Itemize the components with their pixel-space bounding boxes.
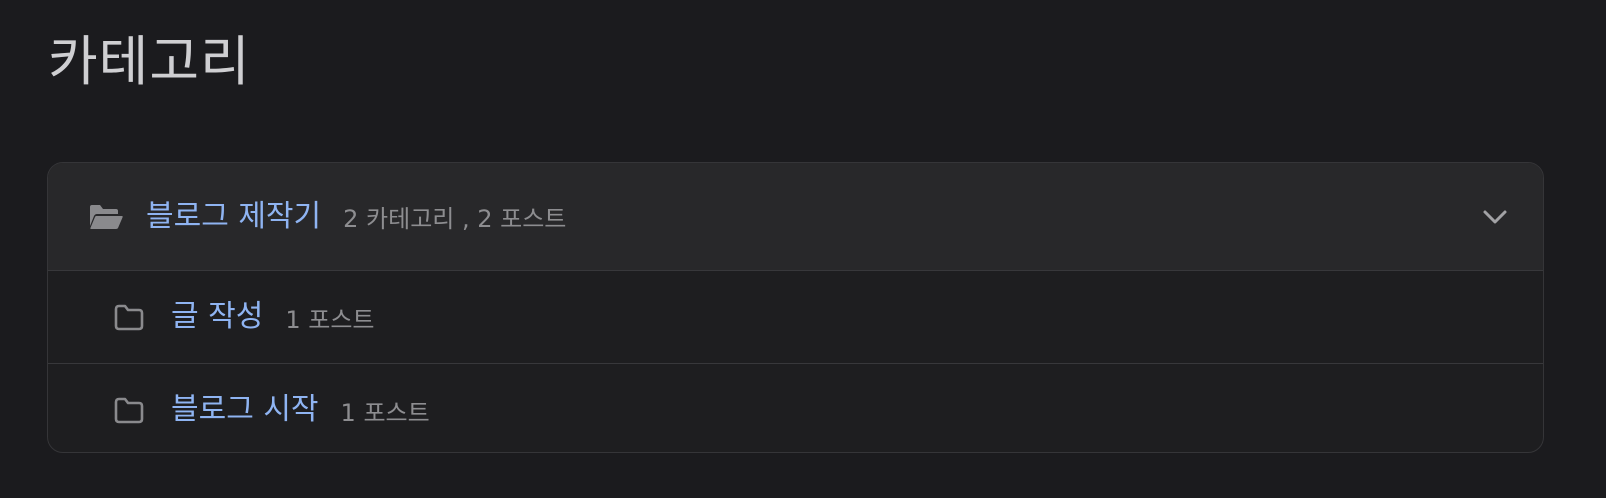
category-card: 블로그 제작기 2 카테고리 , 2 포스트 글 작성 1 포스트 블로그 시작… [47,162,1544,453]
subcategory-name[interactable]: 글 작성 [171,297,263,337]
category-group-name[interactable]: 블로그 제작기 [146,197,321,237]
folder-icon [113,395,145,425]
folder-open-icon [88,202,124,232]
subcategory-row[interactable]: 글 작성 1 포스트 [48,271,1543,363]
categories-page: 카테고리 블로그 제작기 2 카테고리 , 2 포스트 글 작성 1 포스트 블… [0,0,1606,498]
page-title: 카테고리 [48,30,251,93]
subcategory-row[interactable]: 블로그 시작 1 포스트 [48,363,1543,452]
category-group-meta: 2 카테고리 , 2 포스트 [343,204,567,233]
subcategory-meta: 1 포스트 [340,398,430,427]
subcategory-meta: 1 포스트 [285,306,375,334]
subcategory-name[interactable]: 블로그 시작 [171,390,319,430]
folder-icon [113,302,145,332]
category-group-header[interactable]: 블로그 제작기 2 카테고리 , 2 포스트 [48,163,1543,271]
chevron-down-icon[interactable] [1481,203,1509,231]
